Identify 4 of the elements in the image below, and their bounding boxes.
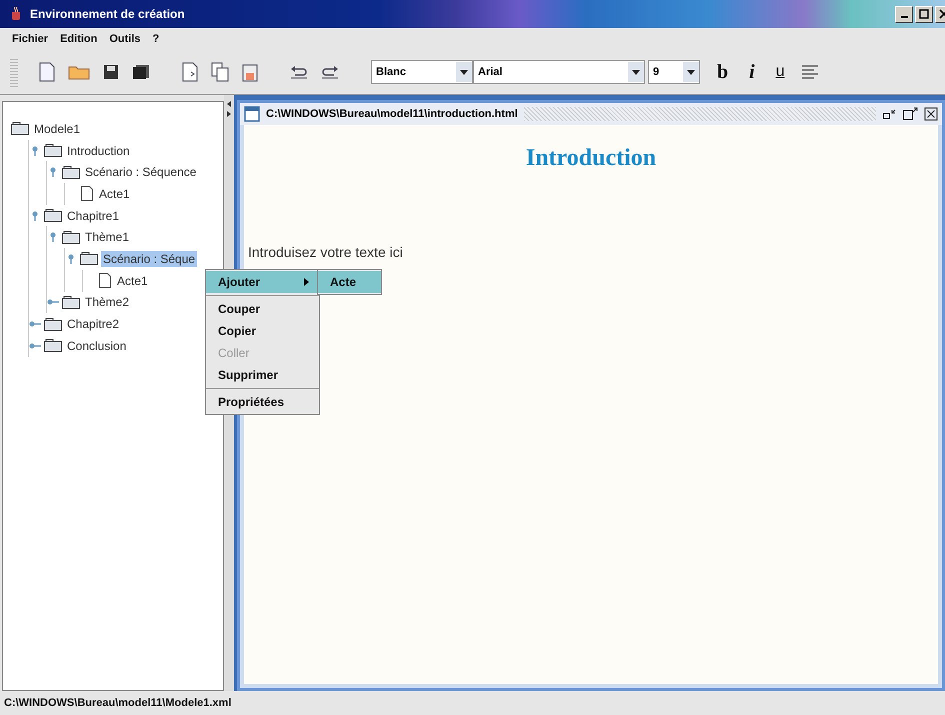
document-window-title: C:\WINDOWS\Bureau\model11\introduction.html	[266, 108, 518, 120]
status-bar-text: C:\WINDOWS\Bureau\model11\Modele1.xml	[3, 696, 232, 711]
window-title: Environnement de création	[30, 7, 186, 21]
document-heading: Introduction	[524, 145, 658, 172]
